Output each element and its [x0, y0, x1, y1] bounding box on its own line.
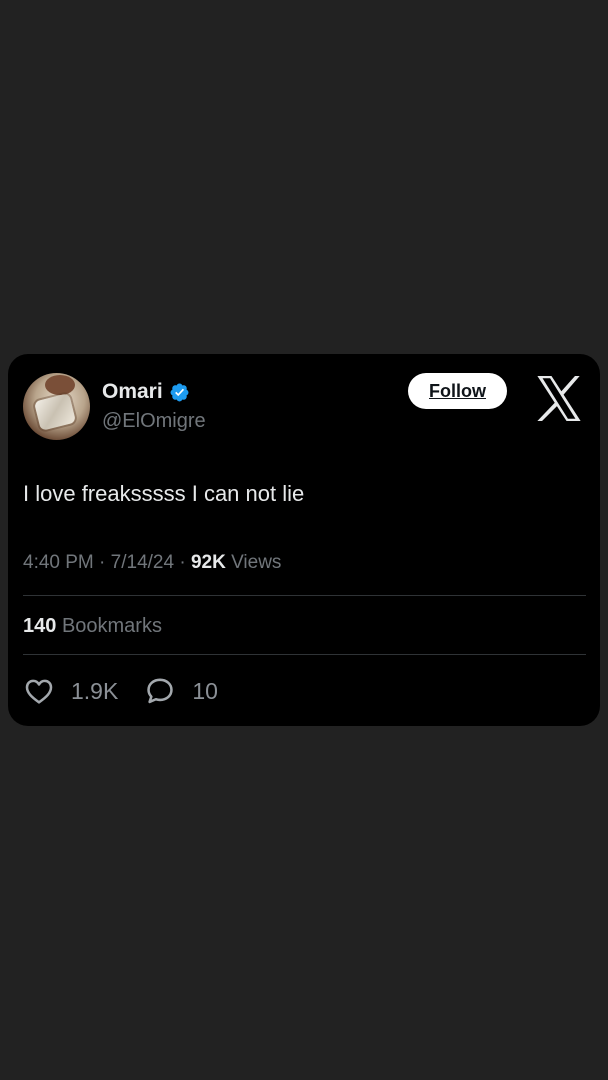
- meta-separator: ·: [99, 552, 106, 573]
- tweet-date[interactable]: 7/14/24: [111, 552, 174, 573]
- tweet-card: Omari @ElOmigre Follow I love freaksssss…: [8, 354, 600, 726]
- likes-count: 1.9K: [71, 678, 119, 704]
- avatar[interactable]: [23, 373, 90, 440]
- heart-icon: [25, 679, 53, 704]
- bookmarks-stat[interactable]: 140 Bookmarks: [23, 614, 162, 638]
- views-count: 92K: [190, 552, 226, 573]
- author-name-row: Omari: [102, 380, 190, 404]
- bookmarks-label: Bookmarks: [61, 615, 162, 637]
- author-handle[interactable]: @ElOmigre: [102, 409, 206, 433]
- tweet-time[interactable]: 4:40 PM: [23, 552, 94, 573]
- replies-count: 10: [192, 678, 218, 704]
- tweet-meta: 4:40 PM · 7/14/24 · 92K Views: [23, 551, 281, 575]
- follow-button[interactable]: Follow: [408, 373, 507, 409]
- x-logo-icon[interactable]: [535, 375, 583, 422]
- speech-bubble-icon: [147, 678, 174, 704]
- bookmarks-count: 140: [23, 615, 57, 637]
- author-name[interactable]: Omari: [102, 380, 163, 404]
- avatar-chain-pendant: [33, 393, 77, 431]
- reply-button[interactable]: 10: [144, 675, 218, 707]
- tweet-actions: 1.9K 10: [23, 674, 244, 708]
- avatar-face: [45, 375, 75, 395]
- divider: [23, 595, 586, 596]
- tweet-text: I love freaksssss I can not lie: [23, 481, 305, 506]
- meta-separator: ·: [179, 552, 186, 573]
- divider: [23, 654, 586, 655]
- views-label: Views: [231, 552, 282, 573]
- like-button[interactable]: 1.9K: [23, 675, 118, 707]
- verified-badge-icon: [170, 383, 189, 401]
